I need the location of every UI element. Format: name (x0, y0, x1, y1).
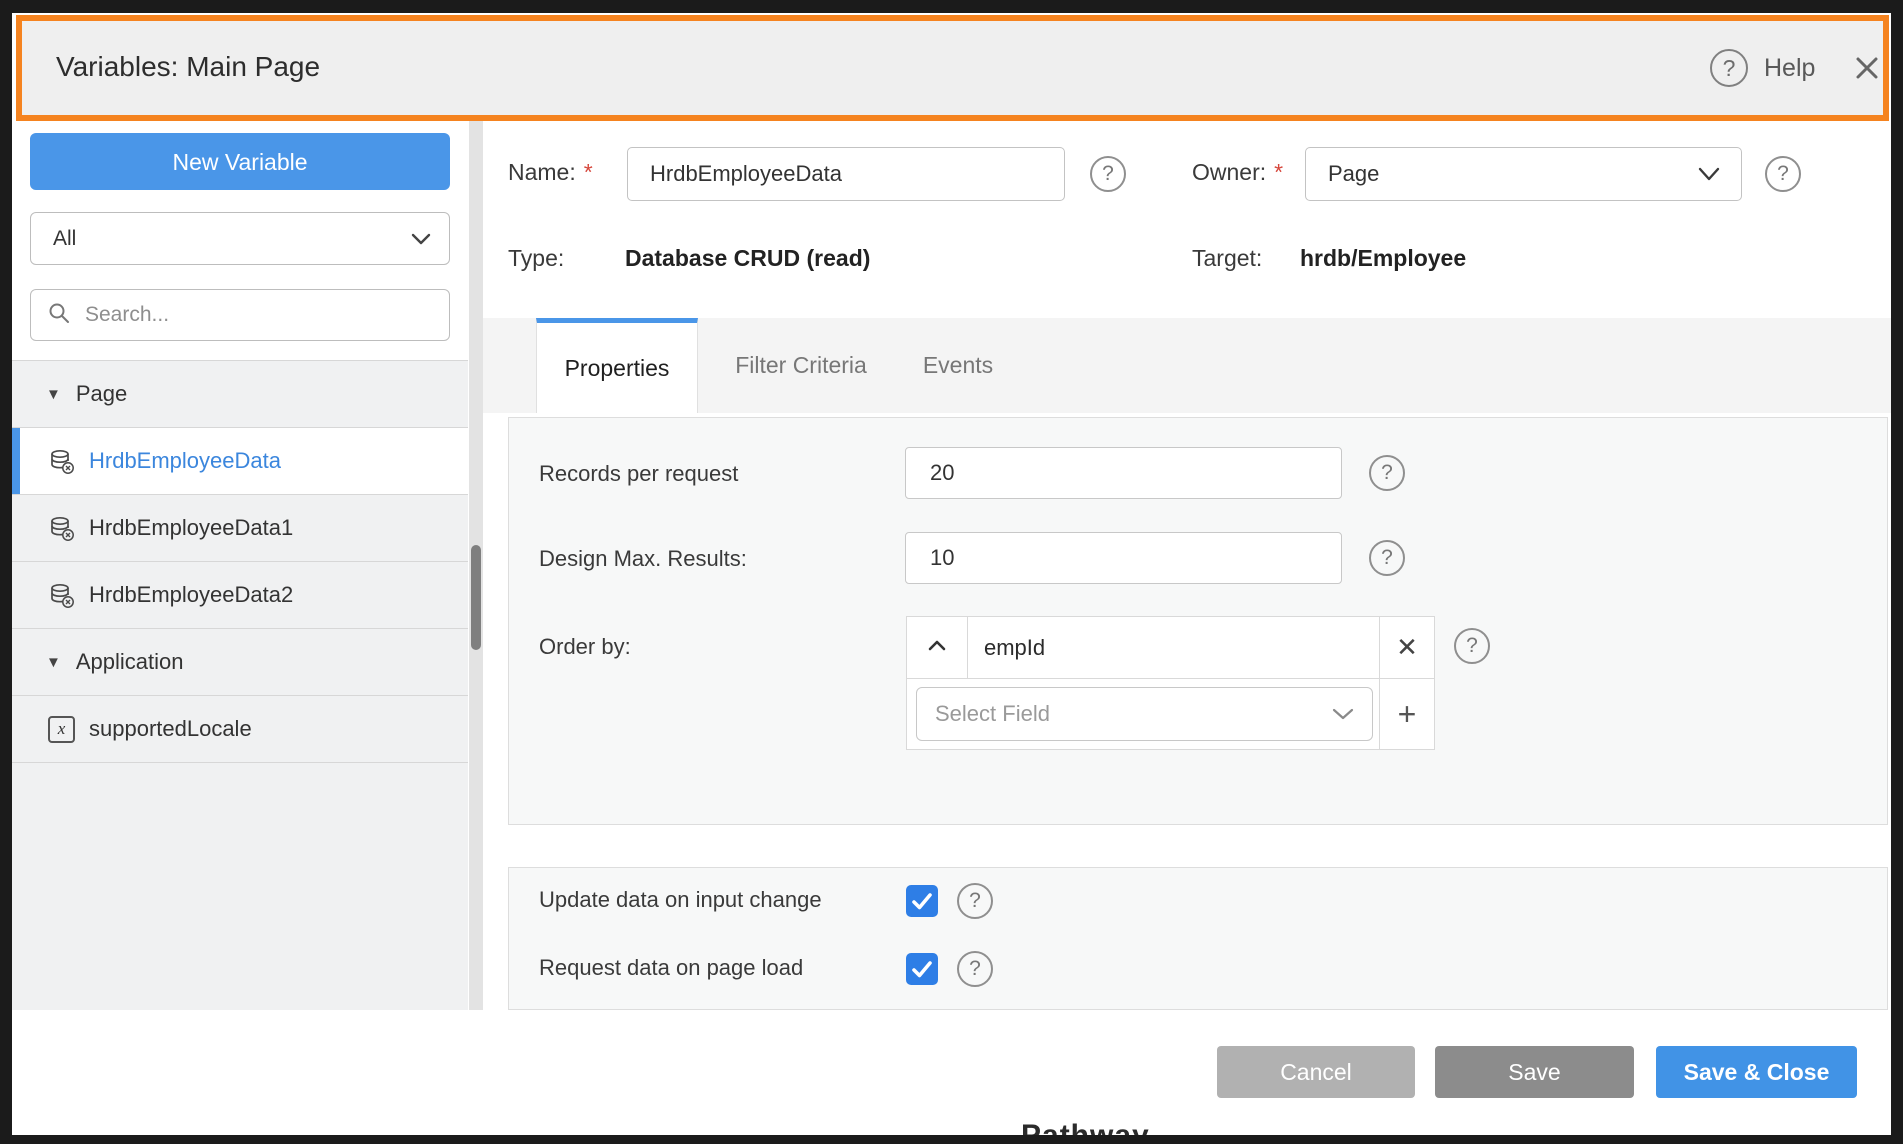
tree-item-supportedlocale[interactable]: x supportedLocale (12, 696, 468, 763)
properties-panel: Records per request ? Design Max. Result… (508, 417, 1888, 825)
remove-sort-button[interactable]: ✕ (1380, 617, 1435, 679)
required-asterisk: * (1274, 159, 1283, 185)
cancel-button[interactable]: Cancel (1217, 1046, 1415, 1098)
tree-group-page[interactable]: ▼ Page (12, 361, 468, 428)
chevron-down-icon (1697, 166, 1721, 182)
search-input[interactable] (83, 302, 435, 328)
order-by-help-icon[interactable]: ? (1454, 628, 1490, 664)
screen: Pathway Variables: Main Page ? Help New … (0, 0, 1903, 1144)
request-on-load-label: Request data on page load (539, 955, 803, 981)
order-by-field[interactable]: empId (968, 617, 1380, 679)
update-on-input-checkbox[interactable] (906, 885, 938, 917)
dialog-title: Variables: Main Page (56, 51, 320, 83)
required-asterisk: * (584, 159, 593, 185)
chevron-down-icon (1332, 707, 1354, 721)
add-sort-button[interactable]: + (1380, 679, 1435, 750)
name-input[interactable] (627, 147, 1065, 201)
design-max-results-input[interactable] (905, 532, 1342, 584)
database-icon (48, 515, 75, 542)
select-field-placeholder: Select Field (935, 701, 1050, 727)
save-button[interactable]: Save (1435, 1046, 1634, 1098)
name-label: Name:* (508, 159, 593, 186)
records-per-request-input[interactable] (905, 447, 1342, 499)
select-field-dropdown[interactable]: Select Field (916, 687, 1373, 741)
database-icon (48, 448, 75, 475)
variables-dialog: Variables: Main Page ? Help New Variable… (12, 13, 1891, 1135)
name-help-icon[interactable]: ? (1090, 156, 1126, 192)
type-value: Database CRUD (read) (625, 245, 870, 272)
design-max-help-icon[interactable]: ? (1369, 540, 1405, 576)
background-partial-text: Pathway (1021, 1119, 1241, 1135)
tree-item-hrdbemployeedata[interactable]: HrdbEmployeeData (12, 428, 468, 495)
owner-value: Page (1328, 161, 1379, 187)
variable-search[interactable] (30, 289, 450, 341)
search-icon (47, 301, 71, 330)
tree-item-hrdbemployeedata2[interactable]: HrdbEmployeeData2 (12, 562, 468, 629)
data-options-panel: Update data on input change ? Request da… (508, 867, 1888, 1010)
save-and-close-button[interactable]: Save & Close (1656, 1046, 1857, 1098)
collapse-triangle-icon[interactable]: ▼ (46, 654, 61, 671)
tab-properties[interactable]: Properties (536, 318, 698, 413)
variable-filter-value: All (53, 227, 76, 251)
sidebar-scrollbar-track[interactable] (469, 121, 483, 1010)
order-by-label: Order by: (539, 634, 631, 660)
help-link[interactable]: Help (1764, 54, 1815, 83)
dialog-header: Variables: Main Page ? Help (16, 15, 1889, 121)
sort-ascending-toggle[interactable] (907, 617, 968, 679)
tree-item-hrdbemployeedata1[interactable]: HrdbEmployeeData1 (12, 495, 468, 562)
collapse-triangle-icon[interactable]: ▼ (46, 386, 61, 403)
variables-sidebar: New Variable All ▼ Page (12, 121, 468, 1010)
design-max-results-label: Design Max. Results: (539, 546, 747, 572)
update-on-input-help-icon[interactable]: ? (957, 883, 993, 919)
tree-group-application[interactable]: ▼ Application (12, 629, 468, 696)
owner-select[interactable]: Page (1305, 147, 1742, 201)
selected-indicator (12, 428, 20, 494)
chevron-down-icon (411, 232, 431, 246)
variable-filter-select[interactable]: All (30, 212, 450, 265)
owner-label: Owner:* (1192, 159, 1283, 186)
target-label: Target: (1192, 245, 1262, 272)
variables-tree: ▼ Page (12, 360, 468, 1010)
order-by-grid: empId ✕ Select Field + (906, 616, 1435, 750)
request-on-load-checkbox[interactable] (906, 953, 938, 985)
update-on-input-label: Update data on input change (539, 887, 822, 913)
caret-up-icon (927, 639, 947, 656)
new-variable-button[interactable]: New Variable (30, 133, 450, 190)
database-icon (48, 582, 75, 609)
request-on-load-help-icon[interactable]: ? (957, 951, 993, 987)
sidebar-scrollbar-thumb[interactable] (471, 545, 481, 650)
tab-filter-criteria[interactable]: Filter Criteria (727, 318, 875, 413)
target-value: hrdb/Employee (1300, 245, 1466, 272)
text-variable-icon: x (48, 716, 75, 743)
help-circle-icon[interactable]: ? (1710, 49, 1748, 87)
owner-help-icon[interactable]: ? (1765, 156, 1801, 192)
records-per-request-label: Records per request (539, 461, 738, 487)
tab-bar: Properties Filter Criteria Events (483, 318, 1891, 413)
type-label: Type: (508, 245, 564, 272)
records-help-icon[interactable]: ? (1369, 455, 1405, 491)
close-icon[interactable] (1848, 49, 1886, 87)
tab-events[interactable]: Events (913, 318, 1003, 413)
